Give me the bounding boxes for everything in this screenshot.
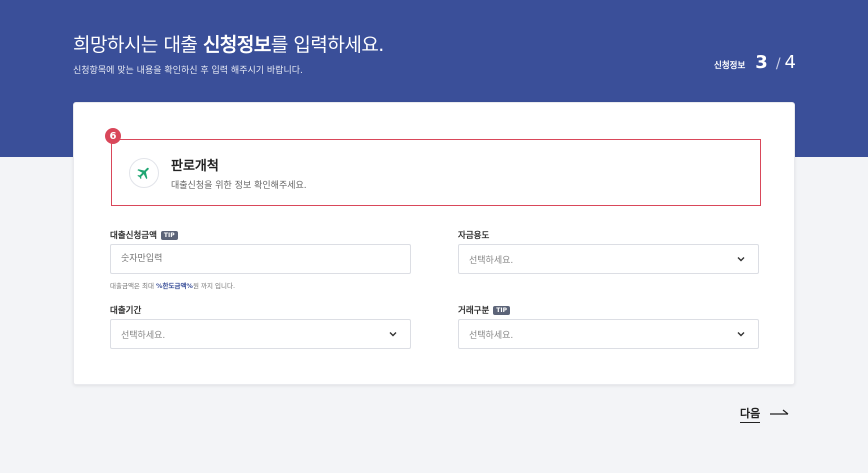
- fund-purpose-label: 자금용도: [458, 229, 489, 241]
- page-title-suffix: 를 입력하세요.: [270, 34, 384, 56]
- airplane-icon: [129, 157, 159, 188]
- loan-amount-label: 대출신청금액 TIP: [110, 229, 178, 241]
- category-title: 판로개척: [171, 158, 219, 174]
- loan-period-label: 대출기간: [110, 304, 141, 316]
- loan-amount-input[interactable]: [110, 244, 411, 274]
- help-suffix: 원 까지 입니다.: [192, 282, 236, 290]
- loan-period-value: 선택하세요.: [121, 330, 166, 341]
- page-title-emphasis: 신청정보: [202, 34, 271, 56]
- category-number-badge: 6: [105, 128, 121, 144]
- page-title-prefix: 희망하시는 대출: [73, 34, 203, 56]
- page-subtitle: 신청항목에 맞는 내용을 확인하신 후 입력 해주시기 바랍니다.: [73, 66, 303, 76]
- application-form-card: 6 판로개척 대출신청을 위한 정보 확인해주세요. 대출신청금액 TIP 대출…: [73, 102, 795, 385]
- transaction-type-label: 거래구분 TIP: [458, 304, 511, 316]
- step-indicator: 신청정보 3 / 4: [714, 52, 796, 73]
- category-box: 판로개척 대출신청을 위한 정보 확인해주세요.: [111, 139, 761, 206]
- step-current: 3: [755, 52, 768, 73]
- page-title: 희망하시는 대출 신청정보를 입력하세요.: [73, 30, 384, 57]
- transaction-type-tip-badge[interactable]: TIP: [493, 305, 511, 315]
- arrow-right-icon: [770, 409, 789, 415]
- step-separator: /: [775, 56, 781, 72]
- help-limit-placeholder: %한도금액%: [156, 282, 193, 290]
- category-description: 대출신청을 위한 정보 확인해주세요.: [171, 180, 307, 191]
- chevron-down-icon: [737, 257, 745, 262]
- loan-amount-tip-badge[interactable]: TIP: [160, 230, 178, 240]
- help-prefix: 대출금액은 최대: [110, 282, 156, 290]
- next-button[interactable]: 다음: [740, 405, 790, 423]
- loan-period-select[interactable]: 선택하세요.: [110, 319, 411, 349]
- loan-amount-help: 대출금액은 최대 %한도금액%원 까지 입니다.: [110, 280, 235, 290]
- transaction-type-label-text: 거래구분: [458, 306, 490, 316]
- transaction-type-select[interactable]: 선택하세요.: [458, 319, 759, 349]
- chevron-down-icon: [389, 332, 397, 337]
- transaction-type-value: 선택하세요.: [469, 330, 514, 341]
- category-text: 판로개척 대출신청을 위한 정보 확인해주세요.: [171, 155, 307, 191]
- loan-period-label-text: 대출기간: [110, 306, 142, 316]
- fund-purpose-label-text: 자금용도: [458, 231, 490, 241]
- loan-amount-label-text: 대출신청금액: [110, 231, 157, 241]
- fund-purpose-select[interactable]: 선택하세요.: [458, 244, 759, 274]
- next-label: 다음: [740, 405, 761, 423]
- step-total: 4: [784, 52, 796, 73]
- chevron-down-icon: [737, 332, 745, 337]
- fund-purpose-value: 선택하세요.: [469, 255, 514, 266]
- step-label: 신청정보: [714, 61, 746, 71]
